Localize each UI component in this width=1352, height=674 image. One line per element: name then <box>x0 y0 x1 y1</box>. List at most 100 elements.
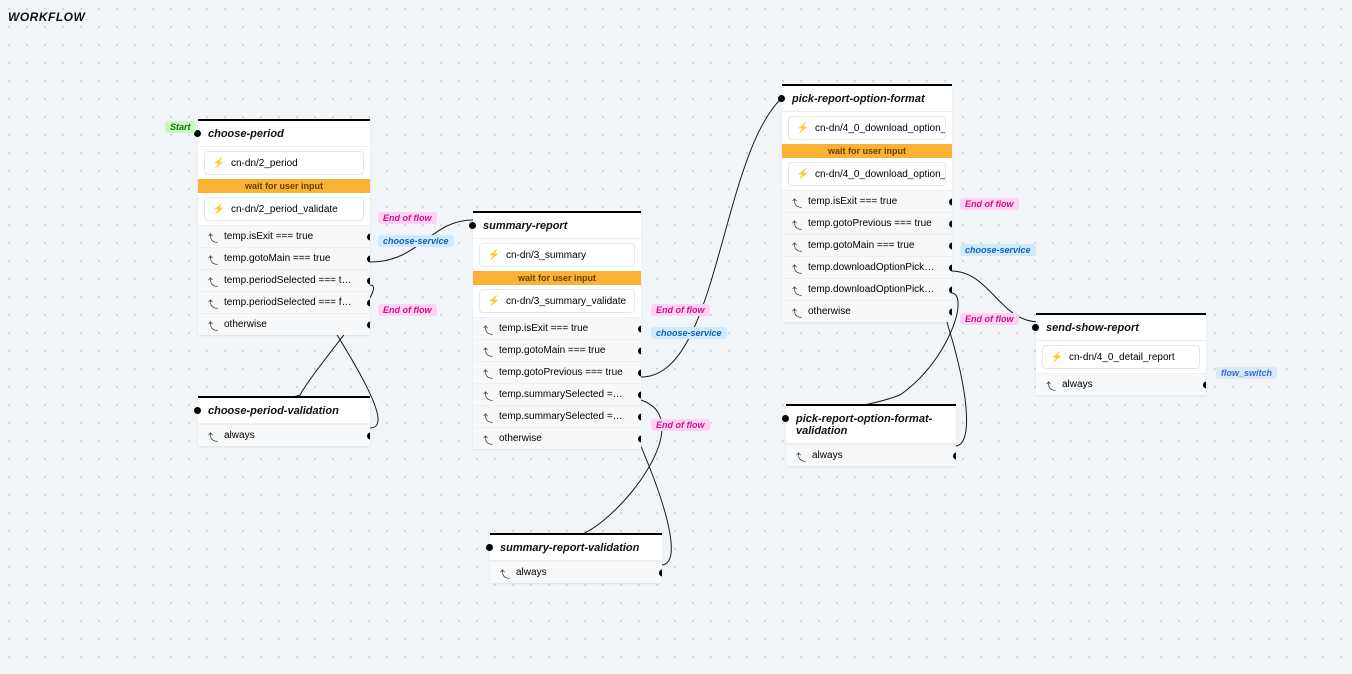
condition-row[interactable]: otherwise <box>782 300 952 322</box>
branch-icon <box>483 368 493 378</box>
condition-row[interactable]: always <box>786 444 956 466</box>
in-port[interactable] <box>778 95 785 102</box>
out-port[interactable] <box>367 321 370 328</box>
node-send-show-report[interactable]: send-show-report ⚡cn-dn/4_0_detail_repor… <box>1036 313 1206 395</box>
in-port[interactable] <box>194 407 201 414</box>
condition-row[interactable]: temp.periodSelected === true <box>198 269 370 291</box>
node-title: choose-period <box>208 128 284 140</box>
out-port[interactable] <box>1203 381 1206 388</box>
action-pill[interactable]: ⚡cn-dn/4_0_download_option_format_v... <box>788 162 946 186</box>
wait-bar: wait for user input <box>782 144 952 158</box>
node-summary-report[interactable]: summary-report ⚡cn-dn/3_summary wait for… <box>473 211 641 449</box>
node-summary-report-validation[interactable]: summary-report-validation always <box>490 533 662 583</box>
condition-row[interactable]: temp.downloadOptionPicked === tr... <box>782 256 952 278</box>
out-port[interactable] <box>367 299 370 306</box>
node-title: choose-period-validation <box>208 405 339 417</box>
condition-row[interactable]: temp.gotoMain === true <box>198 247 370 269</box>
node-title: summary-report-validation <box>500 542 639 554</box>
condition-row[interactable]: temp.isExit === true <box>473 317 641 339</box>
bolt-icon: ⚡ <box>1051 351 1063 363</box>
branch-icon <box>792 197 802 207</box>
out-port[interactable] <box>638 413 641 420</box>
bolt-icon: ⚡ <box>213 203 225 215</box>
out-port[interactable] <box>949 308 952 315</box>
start-tag: Start <box>165 121 196 133</box>
condition-row[interactable]: temp.gotoMain === true <box>782 234 952 256</box>
node-title: pick-report-option-format-validation <box>796 413 932 437</box>
in-port[interactable] <box>1032 324 1039 331</box>
action-pill[interactable]: ⚡cn-dn/4_0_detail_report <box>1042 345 1200 369</box>
branch-icon <box>208 298 218 308</box>
out-port[interactable] <box>659 569 662 576</box>
condition-row[interactable]: temp.isExit === true <box>782 190 952 212</box>
node-choose-period-validation[interactable]: choose-period-validation always <box>198 396 370 446</box>
node-choose-period[interactable]: choose-period ⚡cn-dn/2_period wait for u… <box>198 119 370 335</box>
bolt-icon: ⚡ <box>797 122 809 134</box>
condition-row[interactable]: temp.summarySelected === false <box>473 405 641 427</box>
out-port[interactable] <box>367 277 370 284</box>
action-pill[interactable]: ⚡cn-dn/4_0_download_option_format <box>788 116 946 140</box>
condition-row[interactable]: temp.periodSelected === false <box>198 291 370 313</box>
flow-switch-tag: flow_switch <box>1216 367 1277 379</box>
condition-row[interactable]: temp.downloadOptionPicked === f... <box>782 278 952 300</box>
out-port[interactable] <box>367 255 370 262</box>
out-port[interactable] <box>638 325 641 332</box>
wait-bar: wait for user input <box>198 179 370 193</box>
out-port[interactable] <box>949 220 952 227</box>
action-pill[interactable]: ⚡cn-dn/2_period <box>204 151 364 175</box>
branch-icon <box>483 434 493 444</box>
out-port[interactable] <box>638 391 641 398</box>
out-port[interactable] <box>949 198 952 205</box>
action-pill[interactable]: ⚡cn-dn/3_summary_validate <box>479 289 635 313</box>
branch-icon <box>483 346 493 356</box>
out-port[interactable] <box>638 369 641 376</box>
node-title: send-show-report <box>1046 322 1139 334</box>
condition-row[interactable]: otherwise <box>473 427 641 449</box>
condition-row[interactable]: always <box>198 424 370 446</box>
branch-icon <box>483 390 493 400</box>
choose-service-tag: choose-service <box>960 244 1036 256</box>
out-port[interactable] <box>949 264 952 271</box>
page-title: WORKFLOW <box>8 10 85 24</box>
branch-icon <box>483 412 493 422</box>
action-pill[interactable]: ⚡cn-dn/2_period_validate <box>204 197 364 221</box>
node-pick-report-option-format[interactable]: pick-report-option-format ⚡cn-dn/4_0_dow… <box>782 84 952 322</box>
end-tag: End of flow <box>651 419 710 431</box>
bolt-icon: ⚡ <box>213 157 225 169</box>
bolt-icon: ⚡ <box>488 295 500 307</box>
branch-icon <box>208 276 218 286</box>
node-pick-report-option-format-validation[interactable]: pick-report-option-format-validation alw… <box>786 404 956 466</box>
action-pill[interactable]: ⚡cn-dn/3_summary <box>479 243 635 267</box>
out-port[interactable] <box>638 347 641 354</box>
out-port[interactable] <box>367 432 370 439</box>
in-port[interactable] <box>782 415 789 422</box>
branch-icon <box>208 320 218 330</box>
condition-row[interactable]: temp.gotoPrevious === true <box>473 361 641 383</box>
branch-icon <box>796 451 806 461</box>
branch-icon <box>1046 380 1056 390</box>
end-tag: End of flow <box>960 198 1019 210</box>
condition-row[interactable]: temp.isExit === true <box>198 225 370 247</box>
condition-row[interactable]: temp.gotoMain === true <box>473 339 641 361</box>
condition-row[interactable]: temp.summarySelected === true <box>473 383 641 405</box>
out-port[interactable] <box>367 233 370 240</box>
branch-icon <box>792 263 802 273</box>
condition-row[interactable]: temp.gotoPrevious === true <box>782 212 952 234</box>
condition-row[interactable]: always <box>490 561 662 583</box>
bolt-icon: ⚡ <box>488 249 500 261</box>
in-port[interactable] <box>469 222 476 229</box>
branch-icon <box>792 219 802 229</box>
branch-icon <box>792 241 802 251</box>
choose-service-tag: choose-service <box>651 327 727 339</box>
branch-icon <box>792 285 802 295</box>
condition-row[interactable]: always <box>1036 373 1206 395</box>
end-tag: End of flow <box>651 304 710 316</box>
out-port[interactable] <box>638 435 641 442</box>
out-port[interactable] <box>949 242 952 249</box>
in-port[interactable] <box>486 544 493 551</box>
wait-bar: wait for user input <box>473 271 641 285</box>
end-tag: End of flow <box>378 212 437 224</box>
condition-row[interactable]: otherwise <box>198 313 370 335</box>
out-port[interactable] <box>949 286 952 293</box>
out-port[interactable] <box>953 452 956 459</box>
